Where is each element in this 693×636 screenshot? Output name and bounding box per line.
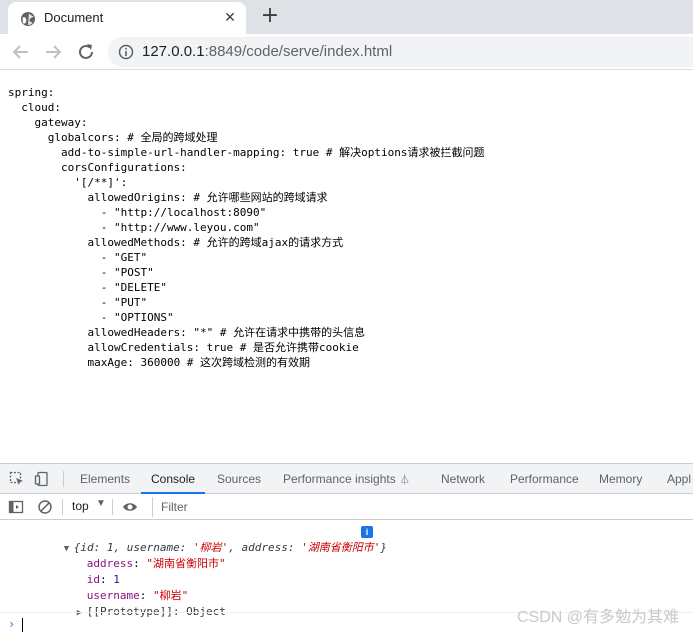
browser-tabstrip: Document ✕ + — [0, 0, 693, 34]
code-line: - "POST" — [8, 266, 154, 279]
url-host: 127.0.0.1 — [142, 43, 205, 60]
device-toolbar-icon[interactable] — [34, 471, 50, 487]
eye-icon[interactable] — [122, 499, 138, 515]
tab-application[interactable]: Appl — [667, 464, 691, 494]
context-selector[interactable]: top — [72, 499, 89, 513]
code-line: - "http://localhost:8090" — [8, 206, 267, 219]
browser-tab[interactable]: Document ✕ — [8, 2, 246, 34]
info-badge-icon[interactable]: i — [361, 526, 373, 538]
url-text[interactable]: 127.0.0.1:8849/code/serve/index.html — [142, 43, 392, 60]
reload-icon[interactable] — [75, 41, 97, 63]
info-icon[interactable] — [118, 44, 134, 60]
code-line: maxAge: 360000 # 这次跨域检测的有效期 — [8, 356, 311, 369]
property-value: "湖南省衡阳市" — [146, 557, 226, 570]
code-line: - "DELETE" — [8, 281, 167, 294]
code-line: add-to-simple-url-handler-mapping: true … — [8, 146, 485, 159]
toolbar-divider — [63, 471, 64, 487]
object-summary-address: '湖南省衡阳市' — [301, 541, 381, 554]
inspect-element-icon[interactable] — [9, 471, 25, 487]
chevron-down-icon[interactable]: ▼ — [96, 498, 106, 509]
object-property: address: "湖南省衡阳市" — [86, 557, 226, 570]
object-summary-close: } — [380, 541, 387, 554]
sidebar-toggle-icon[interactable] — [8, 499, 24, 515]
console-toolbar: top ▼ Filter — [0, 494, 693, 520]
address-bar[interactable]: 127.0.0.1:8849/code/serve/index.html — [108, 37, 693, 67]
devtools-tabbar: Elements Console Sources Performance ins… — [0, 464, 693, 494]
code-line: - "PUT" — [8, 296, 148, 309]
code-line: allowedMethods: # 允许的跨域ajax的请求方式 — [8, 236, 344, 249]
filter-placeholder: Filter — [161, 500, 188, 514]
filter-input[interactable]: Filter — [152, 497, 692, 517]
tab-console[interactable]: Console — [141, 464, 206, 494]
tab-memory[interactable]: Memory — [599, 464, 642, 494]
tab-sources[interactable]: Sources — [217, 464, 261, 494]
back-arrow-icon[interactable] — [10, 41, 32, 63]
object-property: id: 1 — [86, 573, 120, 586]
prompt-chevron-icon: › — [8, 617, 16, 631]
text-caret — [22, 618, 23, 632]
code-line: allowedOrigins: # 允许哪些网站的跨域请求 — [8, 191, 328, 204]
code-line: allowedHeaders: "*" # 允许在请求中携带的头信息 — [8, 326, 366, 339]
clear-console-icon[interactable] — [37, 499, 53, 515]
page-content: spring: cloud: gateway: globalcors: # 全局… — [0, 71, 693, 463]
experiment-flask-icon: ⏃ — [399, 475, 410, 486]
code-line: allowCredentials: true # 是否允许携带cookie — [8, 341, 359, 354]
url-path: :8849/code/serve/index.html — [204, 43, 393, 60]
tab-elements[interactable]: Elements — [80, 464, 130, 494]
code-line: spring: — [8, 86, 55, 99]
log-object-summary[interactable]: ▼ {id: 1, username: '柳岩', address: '湖南省衡阳… — [24, 524, 387, 554]
tab-performance[interactable]: Performance — [510, 464, 579, 494]
tab-performance-insights-label: Performance insights — [283, 472, 396, 486]
toolbar-divider — [112, 499, 113, 515]
object-property: username: "柳岩" — [86, 589, 189, 602]
yaml-text-block: spring: cloud: gateway: globalcors: # 全局… — [8, 85, 485, 370]
code-line: gateway: — [8, 116, 88, 129]
toolbar-divider — [62, 499, 63, 515]
new-tab-icon[interactable]: + — [258, 5, 282, 29]
code-line: cloud: — [8, 101, 61, 114]
tab-network[interactable]: Network — [441, 464, 485, 494]
tab-title: Document — [44, 10, 104, 25]
code-line: '[/**]': — [8, 176, 128, 189]
object-prototype[interactable]: ▶ [[Prototype]]: Object — [37, 588, 226, 618]
code-line: - "GET" — [8, 251, 148, 264]
code-line: - "http://www.leyou.com" — [8, 221, 260, 234]
code-line: corsConfigurations: — [8, 161, 187, 174]
code-line: - "OPTIONS" — [8, 311, 174, 324]
code-line: globalcors: # 全局的跨域处理 — [8, 131, 218, 144]
watermark: CSDN @有多勉为其难 — [516, 609, 679, 626]
object-summary-mid: , address: — [228, 541, 302, 554]
browser-toolbar: 127.0.0.1:8849/code/serve/index.html — [0, 34, 693, 70]
close-tab-icon[interactable]: ✕ — [222, 10, 238, 26]
tab-performance-insights[interactable]: Performance insights ⏃ — [283, 464, 410, 494]
forward-arrow-icon[interactable] — [42, 41, 64, 63]
globe-icon — [21, 12, 35, 26]
